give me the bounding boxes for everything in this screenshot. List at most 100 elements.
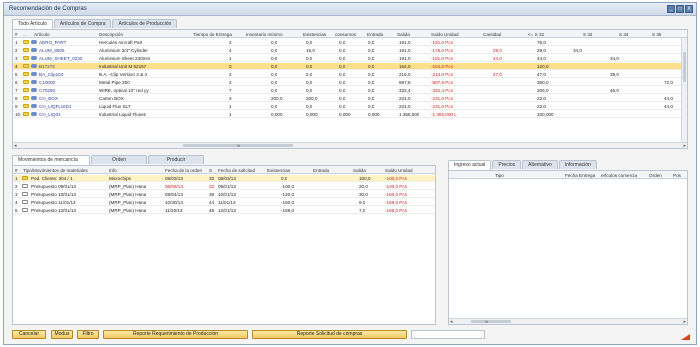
item-row[interactable]: 5 BA_Clip104 B.A. -Clip Version 3 & 4 2 0,0 2… xyxy=(13,71,687,78)
filter-button[interactable]: Filtro xyxy=(77,330,99,339)
tab-movimientos[interactable]: Movimientos de mercancía xyxy=(12,155,90,165)
col-hdr-bal[interactable]: Saldo Unidad xyxy=(431,32,459,37)
item-row[interactable]: 8 CH_BOX Carton BOX 3 200,0 200,0 0,0 0,0 231,0 -… xyxy=(13,95,687,102)
cell-item[interactable]: ALUM_SHEET_0230 xyxy=(39,56,82,61)
mcell-type[interactable]: Presupuesto 10/01/13 xyxy=(31,192,76,197)
tab-ingreso-actual[interactable]: Ingreso actual xyxy=(448,160,492,170)
cell-s32: 206,0 xyxy=(537,88,549,93)
rcol-hdr-type[interactable]: Tipo xyxy=(495,173,504,178)
tab-alternativo[interactable]: Alternativo xyxy=(522,160,558,169)
movement-row[interactable]: 1 Ped. Cliente: 304 / 1 Microchips 08/03/13… xyxy=(13,175,435,182)
mcol-hdr-in[interactable]: Entrada xyxy=(313,168,329,173)
item-row[interactable]: 6 C10000 Metal Pipe 250 2 0,0 0,0 0,0 0,0 597,6 -… xyxy=(13,79,687,86)
mcol-hdr-bal[interactable]: Saldo Unidad xyxy=(385,168,413,173)
col-hdr-min[interactable]: Inventario mínimo xyxy=(246,32,283,37)
cell-item[interactable]: ALUM_8505 xyxy=(39,48,65,53)
item-row[interactable]: 7 C70250 WIRE, optical 10" red yy 7 0,0 0,0 0,… xyxy=(13,87,687,94)
rcol-hdr-pos[interactable]: Pos xyxy=(673,173,681,178)
maximize-button[interactable]: □ xyxy=(676,5,684,13)
folder-icon xyxy=(23,72,29,76)
cell-stock: 2,0 xyxy=(306,72,313,77)
cell-min: 0,0 xyxy=(271,80,278,85)
mcell-type[interactable]: Presupuesto 09/01/13 xyxy=(31,184,76,189)
col-hdr-s33[interactable]: S 33 xyxy=(583,32,592,37)
cell-lead: 0 xyxy=(229,64,232,69)
rscroll-right-icon[interactable]: ▸ xyxy=(683,319,686,325)
items-grid-hscroll[interactable]: ◂ III ▸ xyxy=(13,142,687,149)
item-row[interactable]: 4 B17272 Industrial Unit M 62157 0 0,0 0,0 0,0… xyxy=(13,63,687,70)
cell-item[interactable]: CH_BOX xyxy=(39,96,58,101)
movement-row[interactable]: 2 Presupuesto 09/01/13 (MRP_Plan) Hana 06/0… xyxy=(13,183,435,190)
cell-item[interactable]: BA_Clip104 xyxy=(39,72,63,77)
footer-input-field[interactable] xyxy=(411,330,485,339)
col-hdr-s32[interactable]: <= S 32 xyxy=(528,32,544,37)
mcol-hdr-rdate[interactable]: Fecha de solicitud xyxy=(218,168,255,173)
report-purchase-button[interactable]: Reporte Solicitud de compras xyxy=(252,330,407,339)
modus-button[interactable]: Modus xyxy=(51,330,73,339)
scroll-right-icon[interactable]: ▸ xyxy=(683,143,686,149)
col-hdr-s35[interactable]: S 35 xyxy=(652,32,661,37)
rcol-hdr-date[interactable]: Fecha Entrega xyxy=(565,173,595,178)
tab-articulos-compra[interactable]: Artículos de Compra xyxy=(53,19,112,28)
receipts-grid-hscroll-thumb[interactable] xyxy=(471,320,511,323)
mcell-out: 100,0 xyxy=(359,176,371,181)
mcol-hdr-info[interactable]: Info xyxy=(109,168,117,173)
folder-icon xyxy=(23,96,29,100)
rscroll-left-icon[interactable]: ◂ xyxy=(450,319,453,325)
movement-row[interactable]: 3 Presupuesto 10/01/13 (MRP_Plan) Hana 09/0… xyxy=(13,191,435,198)
mcol-hdr-s[interactable]: S xyxy=(209,168,212,173)
col-hdr-cons[interactable]: consumos xyxy=(335,32,356,37)
cell-item[interactable]: AERO_PART xyxy=(39,40,66,45)
item-row[interactable]: 3 ALUM_SHEET_0230 Aluminium Sheet 230mm 1 0,… xyxy=(13,55,687,62)
tab-precios[interactable]: Precios xyxy=(492,160,522,169)
mcol-hdr-odate[interactable]: Fecha de la orden xyxy=(165,168,202,173)
cancel-button[interactable]: Cancelar xyxy=(12,330,46,339)
tab-todo-articulo[interactable]: Todo Artículo xyxy=(12,19,53,29)
cell-s34: 34,0 xyxy=(610,56,619,61)
report-production-button[interactable]: Reporte Requerimiento de Producción xyxy=(103,330,248,339)
items-grid-vscroll-thumb[interactable] xyxy=(683,52,686,82)
cell-item[interactable]: C70250 xyxy=(39,88,55,93)
col-hdr-out[interactable]: Salida xyxy=(397,32,410,37)
receipts-grid-hscroll[interactable]: ◂ III ▸ xyxy=(449,318,687,325)
mcell-type[interactable]: Ped. Cliente: 304 / 1 xyxy=(31,176,73,181)
cell-item[interactable]: B17272 xyxy=(39,64,55,69)
cell-item[interactable]: CH_LIQ01 xyxy=(39,112,61,117)
scroll-left-icon[interactable]: ◂ xyxy=(14,143,17,149)
item-row[interactable]: 1 AERO_PART Hercules Aircraft Part 2 0,0 0,0 0… xyxy=(13,39,687,46)
movement-row[interactable]: 5 Presupuesto 12/01/13 (MRP_Plan) Hana 11/2… xyxy=(13,207,435,214)
minimize-button[interactable]: _ xyxy=(667,5,675,13)
mcell-type[interactable]: Presupuesto 12/01/13 xyxy=(31,208,76,213)
mcol-hdr-out[interactable]: Salida xyxy=(353,168,366,173)
col-hdr-desc[interactable]: Descripción xyxy=(99,32,123,37)
cell-num: 9 xyxy=(15,104,18,109)
tab-articulos-produccion[interactable]: Artículos de Producción xyxy=(112,19,178,28)
col-hdr-lead[interactable]: Tiempo de Entrega xyxy=(193,32,232,37)
cell-out: 231,0 xyxy=(399,96,411,101)
cell-cons: 0,0 xyxy=(339,104,346,109)
item-row[interactable]: 2 ALUM_8505 Aluminium 3/4" Cylinder 4 0,0 15,… xyxy=(13,47,687,54)
cell-num: 3 xyxy=(15,56,18,61)
rcol-hdr-items[interactable]: erÍculos comercia xyxy=(601,173,637,178)
col-hdr-qty[interactable]: Cantidad xyxy=(483,32,501,37)
col-hdr-in[interactable]: Entrada xyxy=(367,32,383,37)
cell-item[interactable]: C10000 xyxy=(39,80,55,85)
mcol-hdr-stock[interactable]: Existencias xyxy=(267,168,290,173)
item-row[interactable]: 10 CH_LIQ01 Industrial Liquid Fluxes 1 0,000… xyxy=(13,111,687,118)
cell-lead: 3 xyxy=(229,96,232,101)
items-grid-vscroll[interactable] xyxy=(681,38,687,142)
rcol-hdr-order[interactable]: Orden xyxy=(649,173,662,178)
item-type-icon xyxy=(31,72,37,76)
mcol-hdr-type[interactable]: Tipo/Movimientos de materiales xyxy=(23,168,88,173)
col-hdr-stock[interactable]: Existencias xyxy=(303,32,326,37)
close-button[interactable]: X xyxy=(685,5,693,13)
cell-item[interactable]: CH_LIQFLUID1 xyxy=(39,104,71,109)
tab-informacion[interactable]: Información xyxy=(558,160,597,169)
col-hdr-item[interactable]: Artículo xyxy=(34,32,50,37)
movement-row[interactable]: 4 Presupuesto 11/01/13 (MRP_Plan) Hana 10/3… xyxy=(13,199,435,206)
item-row[interactable]: 9 CH_LIQFLUID1 Liquid Flux SLT 1 0,0 0,0 0,0 0,… xyxy=(13,103,687,110)
col-hdr-s34[interactable]: S 34 xyxy=(619,32,628,37)
mcell-type[interactable]: Presupuesto 11/01/13 xyxy=(31,200,76,205)
tab-orden[interactable]: Orden xyxy=(91,155,147,164)
tab-producir[interactable]: Producir xyxy=(148,155,204,164)
